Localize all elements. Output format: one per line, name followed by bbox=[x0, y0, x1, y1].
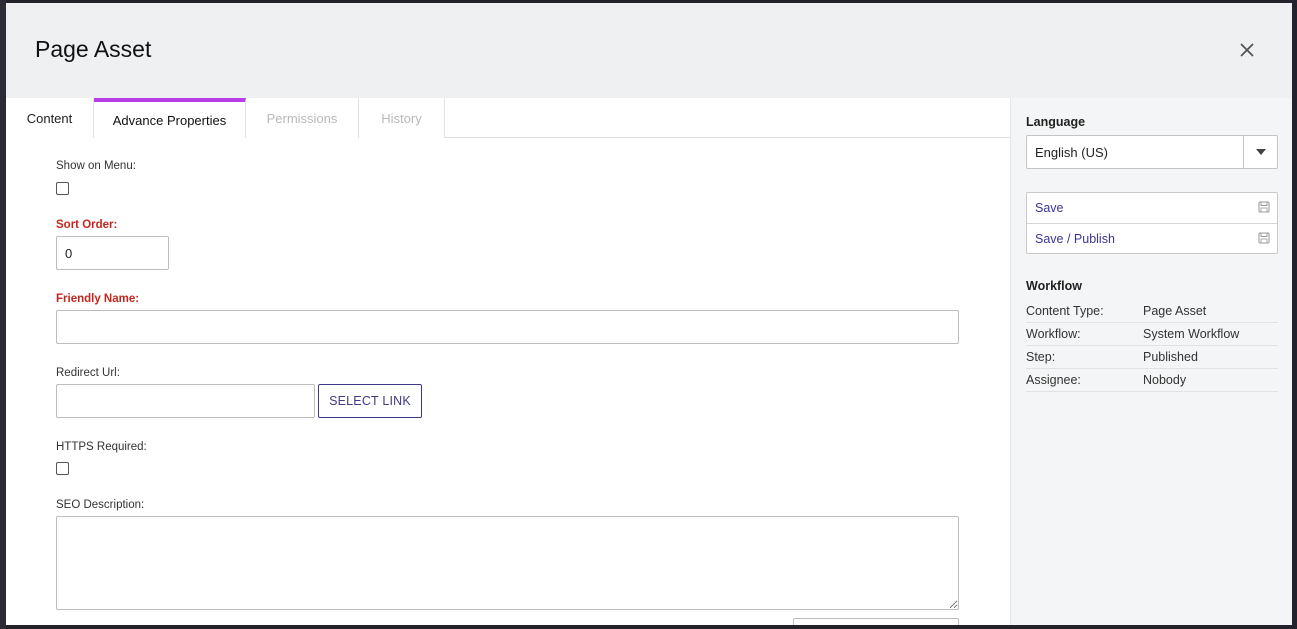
tab-history[interactable]: History bbox=[359, 98, 445, 138]
save-action[interactable]: Save bbox=[1027, 193, 1277, 223]
tab-label: Content bbox=[26, 110, 73, 126]
language-title: Language bbox=[1026, 115, 1086, 129]
language-select[interactable]: English (US) bbox=[1026, 135, 1278, 169]
language-selected-value: English (US) bbox=[1035, 145, 1108, 160]
save-publish-label: Save / Publish bbox=[1035, 232, 1115, 246]
redirect-url-input[interactable] bbox=[56, 384, 315, 418]
tab-advance-properties[interactable]: Advance Properties bbox=[94, 98, 246, 138]
sort-order-label: Sort Order: bbox=[56, 219, 118, 231]
close-icon bbox=[1240, 43, 1254, 57]
workflow-value: Published bbox=[1143, 350, 1198, 364]
tab-label: Advance Properties bbox=[112, 112, 227, 128]
page-asset-dialog: Page Asset Content Advance Properties Pe… bbox=[6, 3, 1292, 625]
select-divider bbox=[1243, 136, 1244, 168]
actions-panel: Save Save / Publish bbox=[1026, 192, 1278, 254]
workflow-key: Workflow: bbox=[1026, 327, 1081, 341]
tab-bar: Content Advance Properties Permissions H… bbox=[6, 98, 1010, 138]
tab-label: Permissions bbox=[266, 110, 338, 126]
dialog-header: Page Asset bbox=[6, 3, 1292, 98]
tab-content[interactable]: Content bbox=[6, 98, 94, 138]
next-field-edge bbox=[793, 618, 959, 625]
save-label: Save bbox=[1035, 201, 1064, 215]
close-button[interactable] bbox=[1236, 39, 1258, 61]
advance-properties-form: Show on Menu: Sort Order: Friendly Name:… bbox=[6, 138, 1010, 625]
workflow-row-assignee: Assignee: Nobody bbox=[1026, 369, 1278, 392]
workflow-value: Nobody bbox=[1143, 373, 1187, 387]
chevron-down-icon bbox=[1256, 149, 1266, 155]
workflow-key: Content Type: bbox=[1026, 304, 1104, 318]
sidebar: Language English (US) Save Save / Publis… bbox=[1010, 98, 1292, 625]
show-on-menu-checkbox[interactable] bbox=[56, 182, 69, 195]
workflow-value: System Workflow bbox=[1143, 327, 1240, 341]
https-required-checkbox[interactable] bbox=[56, 462, 69, 475]
friendly-name-input[interactable] bbox=[56, 310, 959, 344]
save-icon bbox=[1258, 201, 1270, 213]
workflow-row-step: Step: Published bbox=[1026, 346, 1278, 369]
sort-order-input[interactable] bbox=[56, 236, 169, 270]
save-publish-action[interactable]: Save / Publish bbox=[1027, 223, 1277, 253]
workflow-row-content-type: Content Type: Page Asset bbox=[1026, 300, 1278, 323]
workflow-key: Assignee: bbox=[1026, 373, 1081, 387]
tab-permissions[interactable]: Permissions bbox=[246, 98, 359, 138]
https-required-label: HTTPS Required: bbox=[56, 441, 147, 453]
seo-description-label: SEO Description: bbox=[56, 499, 145, 511]
tab-label: History bbox=[381, 110, 422, 126]
workflow-value: Page Asset bbox=[1143, 304, 1207, 318]
workflow-title: Workflow bbox=[1026, 279, 1083, 293]
save-icon bbox=[1258, 232, 1270, 244]
redirect-url-label: Redirect Url: bbox=[56, 367, 120, 379]
friendly-name-label: Friendly Name: bbox=[56, 293, 140, 305]
dialog-title: Page Asset bbox=[35, 36, 152, 62]
show-on-menu-label: Show on Menu: bbox=[56, 160, 136, 172]
workflow-row-workflow: Workflow: System Workflow bbox=[1026, 323, 1278, 346]
select-link-button[interactable]: SELECT LINK bbox=[318, 384, 422, 418]
workflow-key: Step: bbox=[1026, 350, 1056, 364]
seo-description-textarea[interactable] bbox=[56, 516, 959, 610]
